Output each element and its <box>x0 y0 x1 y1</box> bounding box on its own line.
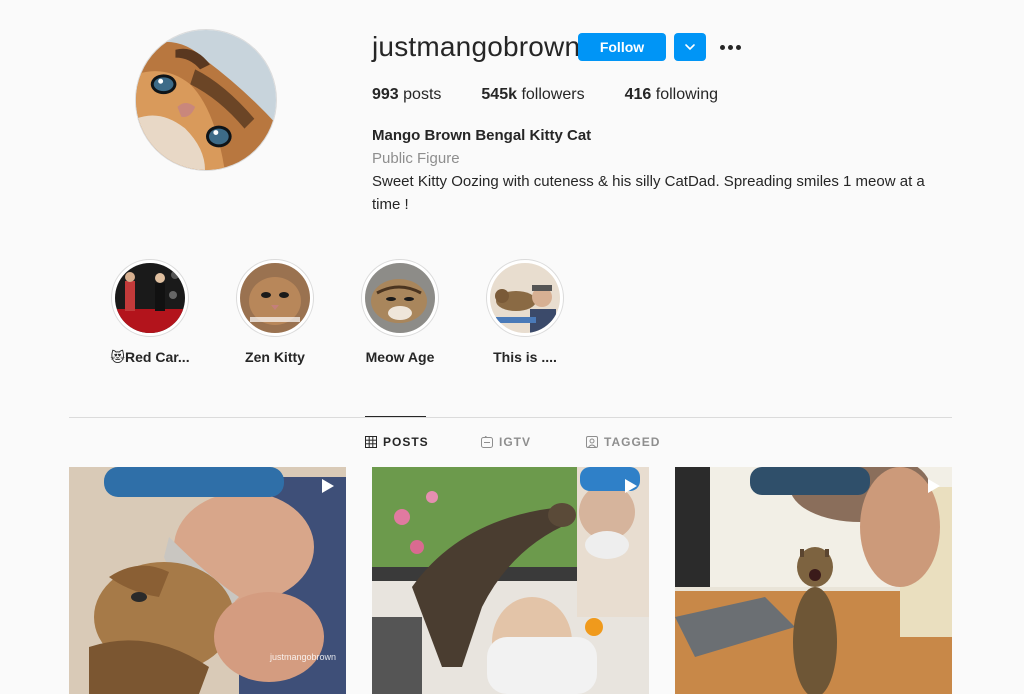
video-play-icon <box>928 479 940 493</box>
igtv-icon <box>481 436 493 448</box>
posts-stat: 993 posts <box>372 86 441 104</box>
posts-count: 993 <box>372 86 399 103</box>
profile-username: justmangobrown <box>372 31 581 62</box>
following-label: following <box>655 86 719 103</box>
highlight-label: 😻Red Car... <box>110 349 190 365</box>
highlight-label: Meow Age <box>365 349 435 365</box>
tab-tagged[interactable]: TAGGED <box>586 435 660 449</box>
bio-full-name: Mango Brown Bengal Kitty Cat <box>372 127 592 144</box>
highlight-zen-kitty[interactable]: Zen Kitty <box>220 259 330 365</box>
suggested-dropdown-button[interactable] <box>674 33 706 61</box>
posts-label: posts <box>403 86 442 103</box>
avatar-image <box>136 30 276 170</box>
video-play-icon <box>625 479 637 493</box>
following-count: 416 <box>624 86 652 103</box>
followers-stat[interactable]: 545k followers <box>481 86 584 104</box>
following-stat[interactable]: 416 following <box>625 86 718 104</box>
profile-bio: Mango Brown Bengal Kitty Cat Public Figu… <box>372 124 952 216</box>
highlight-label: This is .... <box>493 349 557 365</box>
highlight-meow-age[interactable]: Meow Age <box>345 259 455 365</box>
video-play-icon <box>322 479 334 493</box>
bio-category: Public Figure <box>372 150 460 167</box>
followers-label: followers <box>521 86 585 103</box>
tab-label: TAGGED <box>604 435 661 449</box>
tab-label: POSTS <box>383 435 429 449</box>
more-dots-icon <box>719 44 725 50</box>
post-image <box>372 467 649 694</box>
chevron-down-icon <box>685 44 695 51</box>
followers-count: 545k <box>481 86 517 103</box>
highlight-cover <box>361 259 439 337</box>
highlight-cover <box>486 259 564 337</box>
post-thumbnail[interactable] <box>372 467 649 694</box>
active-tab-indicator <box>365 416 426 417</box>
highlight-red-carpet[interactable]: 😻Red Car... <box>95 259 205 366</box>
post-thumbnail[interactable] <box>675 467 952 694</box>
follow-button[interactable]: Follow <box>578 33 666 61</box>
tab-igtv[interactable]: IGTV <box>481 435 531 449</box>
tab-label: IGTV <box>499 435 532 449</box>
post-thumbnail[interactable]: justmangobrown <box>69 467 346 694</box>
tab-posts[interactable]: POSTS <box>365 435 429 449</box>
highlight-cover <box>111 259 189 337</box>
highlight-this-is[interactable]: This is .... <box>470 259 580 365</box>
grid-icon <box>365 436 377 448</box>
profile-avatar[interactable] <box>135 29 277 171</box>
post-watermark: justmangobrown <box>269 652 336 662</box>
tagged-icon <box>586 436 598 448</box>
highlight-cover <box>236 259 314 337</box>
post-image <box>675 467 952 694</box>
bio-description: Sweet Kitty Oozing with cuteness & his s… <box>372 173 925 213</box>
more-options-button[interactable] <box>716 36 744 58</box>
profile-stats: 993 posts 545k followers 416 following <box>372 86 758 104</box>
tabs-divider <box>69 417 952 418</box>
highlight-label: Zen Kitty <box>245 349 305 365</box>
